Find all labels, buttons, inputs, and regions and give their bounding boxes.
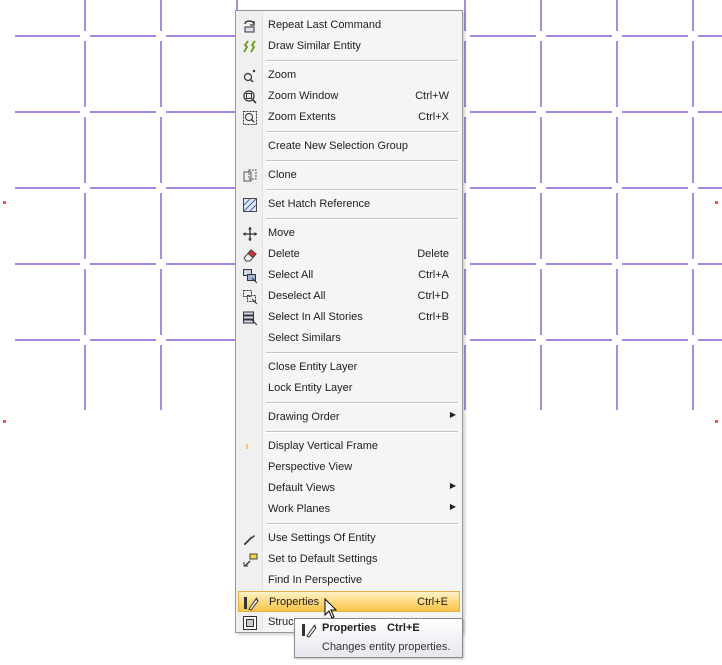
- mouse-cursor-icon: [324, 598, 338, 619]
- menu-item-lock-entity-layer[interactable]: Lock Entity Layer: [238, 378, 460, 399]
- menu-item-deselect-all[interactable]: Deselect All Ctrl+D: [238, 286, 460, 307]
- menu-item-label: Work Planes: [268, 503, 331, 515]
- hatch-icon: [238, 194, 262, 215]
- menu-item-label: Select All: [268, 269, 314, 281]
- menu-item-clone[interactable]: Clone: [238, 165, 460, 186]
- menu-separator: [266, 352, 458, 354]
- menu-separator: [266, 218, 458, 220]
- draw-similar-icon: [238, 36, 262, 57]
- menu-item-default-views[interactable]: Default Views ▶: [238, 478, 460, 499]
- menu-item-set-to-default-settings[interactable]: Set to Default Settings: [238, 549, 460, 570]
- menu-item-shortcut: Ctrl+E: [417, 596, 448, 608]
- menu-item-close-entity-layer[interactable]: Close Entity Layer: [238, 357, 460, 378]
- selection-grip[interactable]: [715, 201, 718, 204]
- zoom-icon: [238, 65, 262, 86]
- menu-item-label: Draw Similar Entity: [268, 40, 361, 52]
- menu-item-display-vertical-frame[interactable]: Display Vertical Frame: [238, 436, 460, 457]
- menu-separator: [266, 60, 458, 62]
- menu-item-perspective-view[interactable]: Perspective View: [238, 457, 460, 478]
- menu-item-label: Drawing Order: [268, 411, 340, 423]
- menu-item-draw-similar-entity[interactable]: Draw Similar Entity: [238, 36, 460, 57]
- menu-item-label: Close Entity Layer: [268, 361, 358, 373]
- menu-item-delete[interactable]: Delete Delete: [238, 244, 460, 265]
- menu-item-shortcut: Ctrl+W: [415, 90, 449, 102]
- menu-item-label: Clone: [268, 169, 297, 181]
- menu-item-label: Display Vertical Frame: [268, 440, 379, 452]
- menu-item-zoom[interactable]: Zoom: [238, 65, 460, 86]
- menu-item-zoom-extents[interactable]: Zoom Extents Ctrl+X: [238, 107, 460, 128]
- menu-item-label: Lock Entity Layer: [268, 382, 353, 394]
- menu-separator: [266, 131, 458, 133]
- select-stories-icon: [238, 307, 262, 328]
- menu-item-find-in-perspective[interactable]: Find In Perspective: [238, 570, 460, 591]
- submenu-arrow-icon: ▶: [449, 481, 456, 490]
- menu-item-drawing-order[interactable]: Drawing Order ▶: [238, 407, 460, 428]
- menu-item-shortcut: Delete: [417, 248, 449, 260]
- menu-separator: [266, 402, 458, 404]
- menu-separator: [266, 189, 458, 191]
- menu-item-label: Create New Selection Group: [268, 140, 409, 152]
- menu-item-label: Deselect All: [268, 290, 326, 302]
- zoom-window-icon: [238, 86, 262, 107]
- menu-item-shortcut: Ctrl+A: [418, 269, 449, 281]
- menu-item-label: Default Views: [268, 482, 336, 494]
- menu-item-label: Use Settings Of Entity: [268, 532, 376, 544]
- selection-grip[interactable]: [3, 201, 6, 204]
- menu-item-label: Repeat Last Command: [268, 19, 382, 31]
- menu-item-properties[interactable]: Properties Ctrl+E: [238, 591, 460, 612]
- menu-separator: [266, 431, 458, 433]
- menu-item-create-new-selection-group[interactable]: Create New Selection Group: [238, 136, 460, 157]
- vertical-frame-icon: [238, 436, 262, 457]
- menu-item-select-similars[interactable]: Select Similars: [238, 328, 460, 349]
- menu-item-label: Move: [268, 227, 295, 239]
- tooltip-shortcut: Ctrl+E: [387, 622, 420, 634]
- menu-separator: [266, 160, 458, 162]
- menu-item-label: Find In Perspective: [268, 574, 363, 586]
- menu-item-label: Set to Default Settings: [268, 553, 378, 565]
- selection-grip[interactable]: [715, 420, 718, 423]
- properties-tooltip: Properties Ctrl+E Changes entity propert…: [294, 618, 463, 658]
- menu-item-shortcut: Ctrl+B: [418, 311, 449, 323]
- menu-item-label: Select Similars: [268, 332, 341, 344]
- menu-item-set-hatch-reference[interactable]: Set Hatch Reference: [238, 194, 460, 215]
- menu-item-move[interactable]: Move: [238, 223, 460, 244]
- menu-item-shortcut: Ctrl+D: [417, 290, 449, 302]
- menu-item-repeat-last-command[interactable]: Repeat Last Command: [238, 15, 460, 36]
- menu-item-work-planes[interactable]: Work Planes ▶: [238, 499, 460, 520]
- menu-item-label: Delete: [268, 248, 300, 260]
- menu-item-label: Properties: [269, 596, 320, 608]
- menu-item-label: Select In All Stories: [268, 311, 363, 323]
- tooltip-title: Properties: [322, 622, 377, 634]
- submenu-arrow-icon: ▶: [449, 410, 456, 419]
- clone-icon: [238, 165, 262, 186]
- default-settings-icon: [238, 549, 262, 570]
- select-all-icon: [238, 265, 262, 286]
- menu-item-label: Zoom Extents: [268, 111, 336, 123]
- menu-item-label: Zoom Window: [268, 90, 339, 102]
- menu-item-zoom-window[interactable]: Zoom Window Ctrl+W: [238, 86, 460, 107]
- selection-grip[interactable]: [3, 420, 6, 423]
- submenu-arrow-icon: ▶: [449, 502, 456, 511]
- menu-item-shortcut: Ctrl+X: [418, 111, 449, 123]
- menu-item-label: Zoom: [268, 69, 297, 81]
- eyedropper-icon: [238, 528, 262, 549]
- context-menu: Repeat Last Command Draw Similar Entity …: [235, 10, 463, 633]
- tooltip-description: Changes entity properties.: [322, 641, 451, 653]
- menu-item-label: Struc: [268, 616, 294, 628]
- properties-icon: [301, 622, 317, 641]
- eraser-icon: [238, 244, 262, 265]
- structure-icon: [238, 612, 262, 633]
- move-icon: [238, 223, 262, 244]
- menu-item-label: Perspective View: [268, 461, 353, 473]
- properties-icon: [239, 592, 263, 613]
- zoom-extents-icon: [238, 107, 262, 128]
- menu-item-select-in-all-stories[interactable]: Select In All Stories Ctrl+B: [238, 307, 460, 328]
- menu-item-select-all[interactable]: Select All Ctrl+A: [238, 265, 460, 286]
- menu-separator: [266, 523, 458, 525]
- menu-item-use-settings-of-entity[interactable]: Use Settings Of Entity: [238, 528, 460, 549]
- repeat-command-icon: [238, 15, 262, 36]
- menu-item-label: Set Hatch Reference: [268, 198, 371, 210]
- deselect-all-icon: [238, 286, 262, 307]
